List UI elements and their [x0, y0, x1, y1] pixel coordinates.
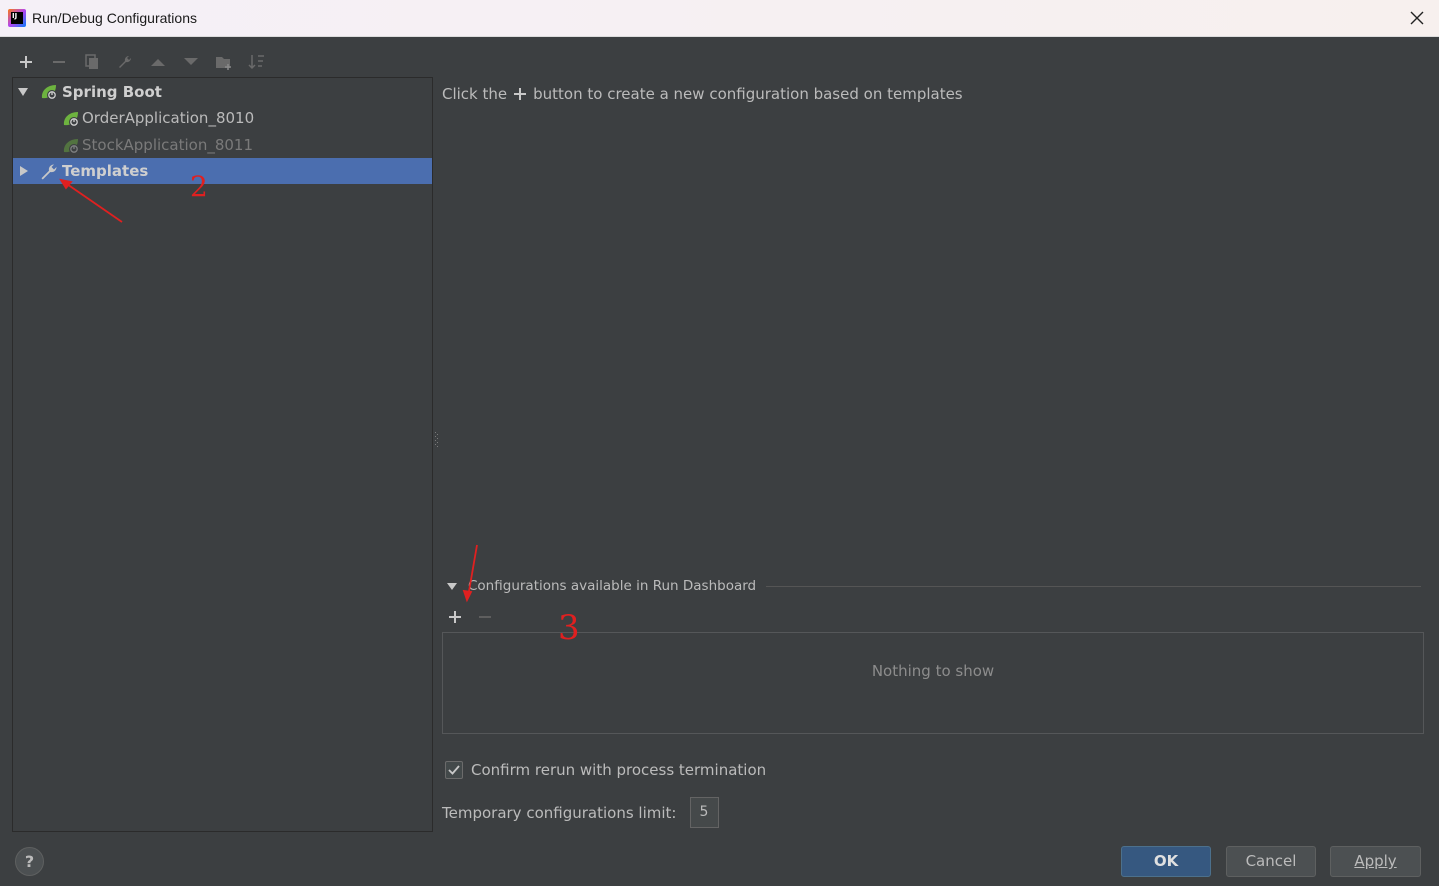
close-button[interactable] [1407, 8, 1427, 28]
tree-item-templates[interactable]: Templates [13, 158, 432, 184]
move-up-button[interactable] [148, 51, 168, 73]
move-up-icon [151, 59, 165, 66]
empty-list-text: Nothing to show [871, 662, 995, 680]
help-button[interactable]: ? [15, 847, 44, 876]
config-toolbar [16, 50, 267, 74]
add-config-button[interactable] [16, 51, 36, 73]
collapse-arrow-icon[interactable] [446, 582, 458, 592]
add-icon [514, 88, 527, 100]
move-down-button[interactable] [181, 51, 201, 73]
sort-button[interactable] [247, 51, 267, 73]
dashboard-config-list[interactable]: Nothing to show [442, 632, 1424, 734]
add-icon[interactable] [447, 605, 463, 629]
splitter-handle[interactable] [435, 431, 439, 449]
tree-item-label: StockApplication_8011 [82, 136, 253, 154]
add-icon [20, 56, 32, 68]
window-title: Run/Debug Configurations [32, 10, 197, 26]
annotation-marker-2: 2 [190, 170, 208, 203]
tree-item-stock-application[interactable]: StockApplication_8011 [13, 132, 432, 158]
remove-config-button[interactable] [49, 51, 69, 73]
temp-limit-row: Temporary configurations limit: 5 [442, 797, 720, 828]
intellij-app-icon: IJ [8, 9, 26, 27]
tree-item-label: Spring Boot [62, 83, 162, 101]
move-down-icon [184, 58, 198, 65]
confirm-rerun-checkbox[interactable] [445, 761, 463, 779]
run-dashboard-title: Configurations available in Run Dashboar… [468, 578, 757, 594]
confirm-rerun-row[interactable]: Confirm rerun with process termination [445, 761, 766, 779]
edit-templates-button[interactable] [115, 51, 135, 73]
checkmark-icon [448, 765, 460, 775]
folder-icon [216, 57, 231, 70]
tree-item-label: Templates [62, 162, 149, 180]
remove-icon[interactable] [477, 605, 493, 629]
spring-app-icon [63, 112, 79, 127]
dashboard-toolbar [447, 605, 493, 629]
temp-limit-label: Temporary configurations limit: [442, 803, 677, 822]
configurations-tree[interactable]: Spring Boot OrderApplication_8010 StockA… [12, 77, 433, 832]
copy-icon [85, 54, 98, 69]
ok-button[interactable]: OK [1121, 846, 1211, 877]
create-folder-button[interactable] [214, 51, 234, 73]
copy-config-button[interactable] [82, 51, 102, 73]
wrench-icon [119, 55, 132, 68]
run-dashboard-section[interactable]: Configurations available in Run Dashboar… [446, 577, 1421, 597]
spring-app-icon [63, 139, 79, 154]
remove-icon [53, 61, 65, 63]
close-icon [1410, 11, 1424, 25]
create-hint: Click the button to create a new configu… [442, 85, 963, 103]
apply-button[interactable]: Apply [1330, 846, 1421, 877]
title-bar: IJ Run/Debug Configurations [0, 0, 1439, 37]
hint-prefix: Click the [442, 85, 508, 103]
sort-icon [248, 55, 264, 70]
tree-item-label: OrderApplication_8010 [82, 109, 255, 127]
collapsed-arrow-icon[interactable] [18, 165, 30, 177]
hint-suffix: button to create a new configuration bas… [533, 85, 963, 103]
spring-boot-icon [41, 85, 57, 100]
temp-limit-input[interactable]: 5 [690, 797, 720, 828]
section-divider [766, 586, 1421, 587]
cancel-button[interactable]: Cancel [1226, 846, 1316, 877]
annotation-marker-3: 3 [558, 608, 580, 648]
apply-label: Apply [1354, 852, 1397, 870]
tree-item-spring-boot[interactable]: Spring Boot [13, 79, 432, 105]
wrench-icon [41, 164, 57, 180]
expanded-arrow-icon[interactable] [17, 86, 29, 98]
confirm-rerun-label: Confirm rerun with process termination [471, 761, 767, 779]
tree-item-order-application[interactable]: OrderApplication_8010 [13, 105, 432, 131]
